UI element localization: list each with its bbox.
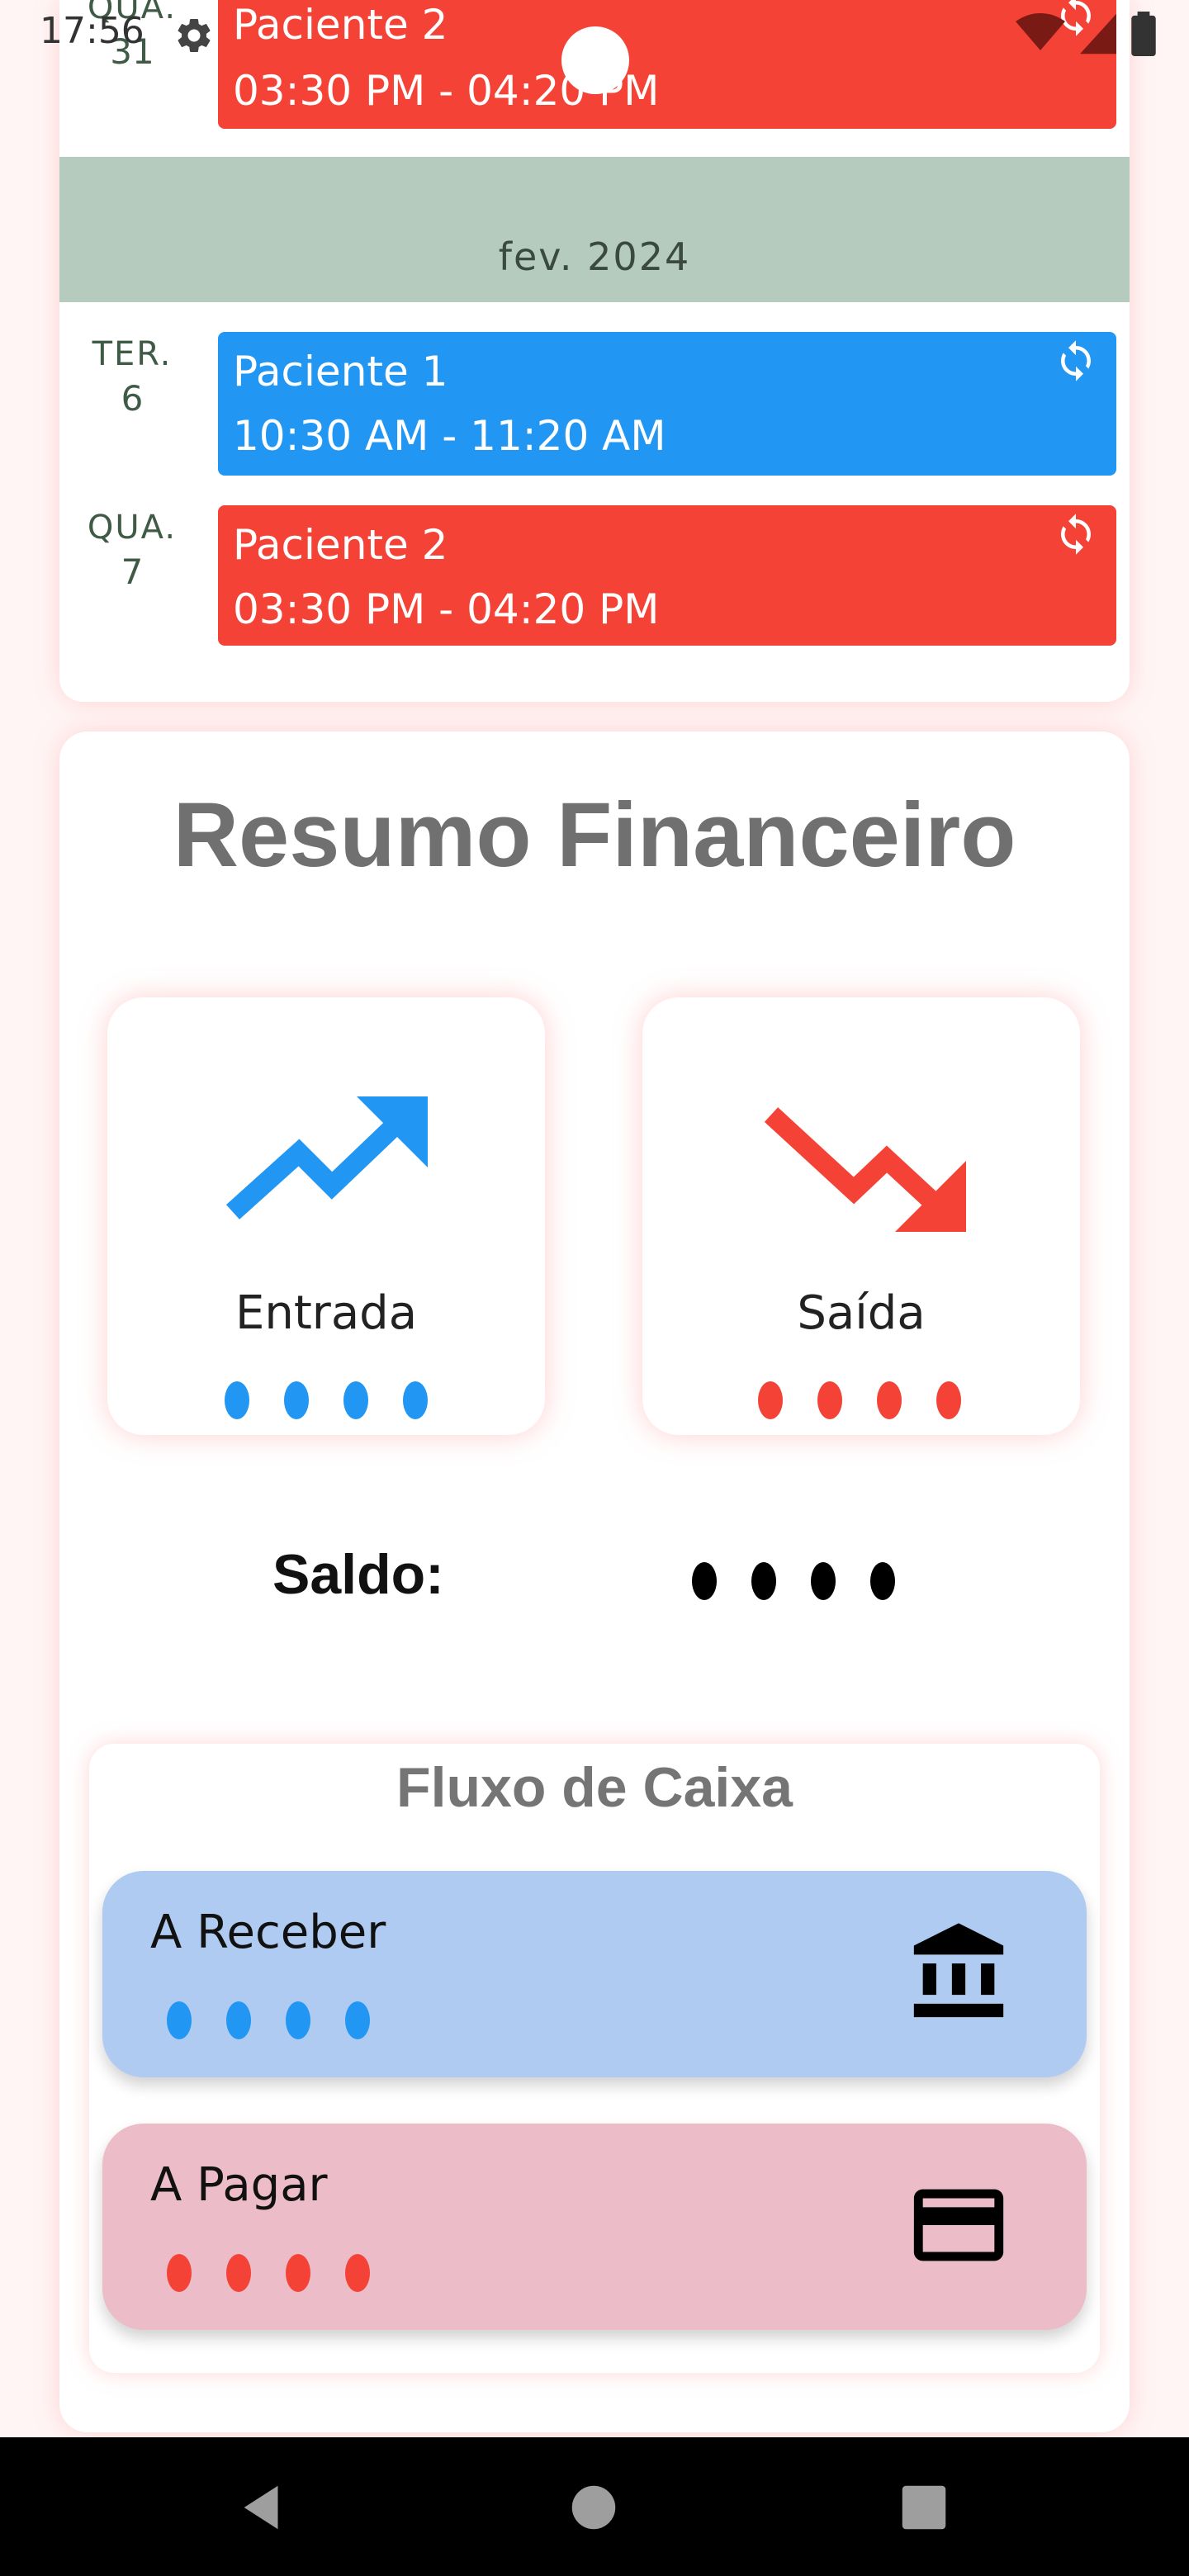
entrada-value-hidden [225, 1381, 428, 1419]
event-date: TER. 6 [58, 335, 206, 419]
mask-dot [343, 1381, 368, 1419]
home-icon[interactable] [565, 2479, 623, 2536]
mask-dot [877, 1381, 902, 1419]
status-icons [1016, 12, 1156, 56]
mask-dot [345, 2254, 370, 2292]
a-pagar-card[interactable]: A Pagar [102, 2124, 1087, 2330]
event-card[interactable]: Paciente 2 03:30 PM - 04:20 PM [218, 0, 1116, 129]
camera-cutout [561, 26, 629, 94]
event-day: 7 [121, 552, 144, 592]
battery-icon [1131, 12, 1156, 56]
wifi-icon [1016, 13, 1065, 50]
month-header: fev. 2024 [59, 157, 1130, 302]
event-time: 03:30 PM - 04:20 PM [233, 67, 660, 115]
sync-icon [1061, 340, 1091, 381]
mask-dot [226, 2001, 251, 2039]
mask-dot [284, 1381, 309, 1419]
a-pagar-value-hidden [167, 2254, 370, 2292]
a-pagar-label: A Pagar [150, 2158, 328, 2212]
event-weekday: QUA. [87, 509, 178, 547]
credit-card-icon [913, 2189, 1004, 2261]
event-time: 03:30 PM - 04:20 PM [233, 585, 660, 633]
entrada-label: Entrada [234, 1286, 418, 1340]
a-receber-label: A Receber [150, 1906, 386, 1959]
mask-dot [811, 1562, 836, 1600]
mask-dot [817, 1381, 842, 1419]
status-time: 17:56 [40, 10, 144, 52]
saida-label: Saída [797, 1286, 926, 1340]
event-patient: Paciente 2 [233, 521, 448, 569]
mask-dot [167, 2001, 192, 2039]
mask-dot [286, 2254, 310, 2292]
mask-dot [751, 1562, 776, 1600]
month-label: fev. 2024 [498, 234, 691, 279]
system-nav-bar [0, 2437, 1189, 2576]
cash-flow-title: Fluxo de Caixa [396, 1756, 793, 1819]
event-patient: Paciente 2 [233, 1, 448, 49]
saldo-label: Saldo: [272, 1543, 444, 1606]
signal-icon [1080, 13, 1116, 54]
saida-value-hidden [758, 1381, 961, 1419]
recents-icon[interactable] [895, 2479, 953, 2536]
saldo-value-hidden [692, 1562, 895, 1600]
trending-up-icon [225, 1096, 428, 1219]
event-card[interactable]: Paciente 1 10:30 AM - 11:20 AM [218, 332, 1116, 476]
event-card[interactable]: Paciente 2 03:30 PM - 04:20 PM [218, 505, 1116, 646]
mask-dot [345, 2001, 370, 2039]
event-patient: Paciente 1 [233, 348, 448, 395]
event-day: 6 [121, 378, 144, 419]
mask-dot [286, 2001, 310, 2039]
trending-down-icon [764, 1107, 966, 1232]
bank-icon [913, 1923, 1004, 2018]
mask-dot [167, 2254, 192, 2292]
settings-icon [178, 18, 211, 52]
event-time: 10:30 AM - 11:20 AM [233, 412, 666, 460]
a-receber-card[interactable]: A Receber [102, 1871, 1087, 2077]
event-date: QUA. 7 [58, 509, 206, 592]
entrada-card[interactable]: Entrada [107, 997, 545, 1435]
finance-title: Resumo Financeiro [173, 784, 1016, 886]
back-icon[interactable] [234, 2479, 292, 2536]
mask-dot [403, 1381, 428, 1419]
sync-icon [1061, 514, 1091, 555]
mask-dot [870, 1562, 895, 1600]
saida-card[interactable]: Saída [642, 997, 1080, 1435]
mask-dot [758, 1381, 783, 1419]
event-weekday: TER. [92, 335, 173, 373]
mask-dot [226, 2254, 251, 2292]
mask-dot [692, 1562, 717, 1600]
a-receber-value-hidden [167, 2001, 370, 2039]
mask-dot [936, 1381, 961, 1419]
mask-dot [225, 1381, 249, 1419]
